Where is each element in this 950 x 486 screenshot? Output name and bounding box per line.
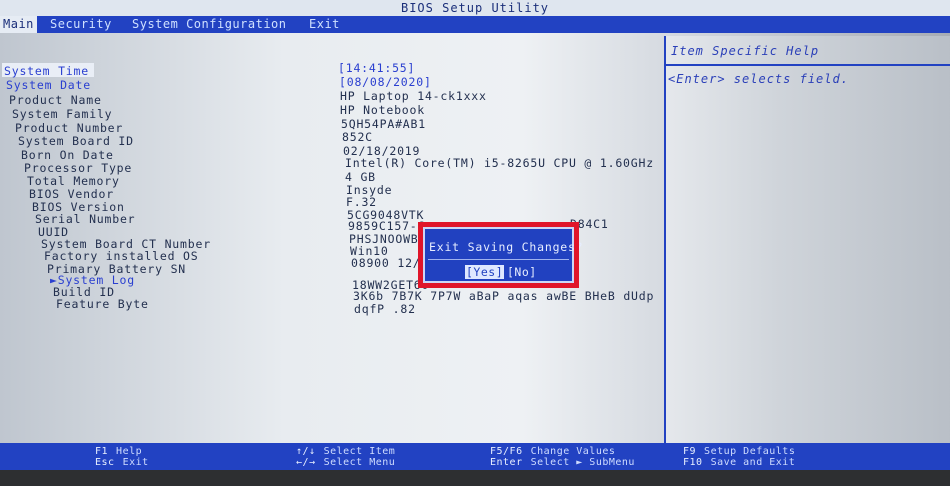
field-label-system-date[interactable]: System Date — [6, 78, 91, 92]
footer-select-item: ↑/↓ Select Item — [296, 446, 395, 457]
field-label-system-family: System Family — [12, 107, 113, 121]
dialog-highlight-outline — [418, 222, 579, 288]
menu-tab-main[interactable]: Main — [0, 16, 37, 33]
field-label-factory-installed-os: Factory installed OS — [44, 249, 199, 263]
footer-desc-setup-defaults: Setup Defaults — [704, 446, 796, 457]
footer-key-f1: F1 — [95, 446, 109, 457]
footer-desc-select-submenu: Select ► SubMenu — [530, 457, 635, 468]
footer-change-values: F5/F6 Change Values — [490, 446, 615, 457]
title-bar: BIOS Setup Utility — [0, 0, 950, 16]
field-label-bios-vendor: BIOS Vendor — [29, 187, 114, 201]
footer-desc-help: Help — [116, 446, 143, 457]
field-label-product-name: Product Name — [9, 93, 102, 107]
menu-bar: Main Security System Configuration Exit — [0, 16, 950, 33]
help-text: <Enter> selects field. — [668, 72, 849, 86]
field-value-product-name: HP Laptop 14-ck1xxx — [340, 89, 487, 103]
field-value-feature-byte: dqfP .82 — [354, 302, 416, 316]
screen-bezel-bottom — [0, 470, 950, 486]
footer-desc-change-values: Change Values — [530, 446, 616, 457]
field-label-feature-byte: Feature Byte — [56, 297, 149, 311]
field-label-serial-number: Serial Number — [35, 212, 136, 226]
help-pane — [664, 36, 950, 444]
footer-key-f10: F10 — [683, 457, 703, 468]
footer-select-submenu: Enter Select ► SubMenu — [490, 457, 635, 468]
footer-key-up-down: ↑/↓ — [296, 446, 316, 457]
field-value-uuid: 9859C157-C — [348, 219, 426, 233]
field-value-total-memory: 4 GB — [345, 170, 376, 184]
footer-key-enter: Enter — [490, 457, 523, 468]
footer-desc-save-exit: Save and Exit — [710, 457, 796, 468]
field-value-system-board-id: 852C — [342, 130, 373, 144]
field-value-product-number: 5QH54PA#AB1 — [341, 117, 426, 131]
footer-desc-exit: Exit — [122, 457, 149, 468]
help-title: Item Specific Help — [671, 44, 820, 58]
footer-setup-defaults: F9 Setup Defaults — [683, 446, 795, 457]
help-divider — [664, 64, 950, 66]
footer-key-f5-f6: F5/F6 — [490, 446, 523, 457]
field-value-bios-version: F.32 — [346, 195, 377, 209]
field-value-primary-battery-sn: 08900 12/0 — [351, 256, 429, 270]
field-value-build-id: 3K6b 7B7K 7P7W aBaP aqas awBE BHeB dUdp — [353, 289, 655, 303]
footer-help: F1 Help — [95, 446, 142, 457]
field-label-product-number: Product Number — [15, 121, 124, 135]
footer-key-esc: Esc — [95, 457, 115, 468]
menu-tab-exit[interactable]: Exit — [306, 16, 343, 33]
footer-save-exit: F10 Save and Exit — [683, 457, 795, 468]
footer-key-f9: F9 — [683, 446, 697, 457]
menu-tab-security[interactable]: Security — [47, 16, 115, 33]
key-help-footer: F1 Help Esc Exit ↑/↓ Select Item ←/→ Select … — [0, 443, 950, 471]
field-value-processor-type: Intel(R) Core(TM) i5-8265U CPU @ 1.60GHz — [345, 156, 654, 170]
app-title: BIOS Setup Utility — [400, 1, 550, 15]
field-value-system-date[interactable]: [08/08/2020] — [339, 75, 432, 89]
field-label-system-board-id: System Board ID — [18, 134, 134, 148]
field-value-system-time[interactable]: [14:41:55] — [338, 61, 415, 75]
field-label-processor-type: Processor Type — [24, 161, 133, 175]
footer-desc-select-item: Select Item — [323, 446, 396, 457]
footer-key-left-right: ←/→ — [296, 457, 316, 468]
field-label-system-time[interactable]: System Time — [4, 64, 89, 78]
field-value-system-family: HP Notebook — [340, 103, 425, 117]
field-label-total-memory: Total Memory — [27, 174, 120, 188]
footer-desc-select-menu: Select Menu — [323, 457, 396, 468]
field-label-born-on-date: Born On Date — [21, 148, 114, 162]
menu-tab-system-configuration[interactable]: System Configuration — [129, 16, 290, 33]
footer-exit: Esc Exit — [95, 457, 149, 468]
footer-select-menu: ←/→ Select Menu — [296, 457, 395, 468]
